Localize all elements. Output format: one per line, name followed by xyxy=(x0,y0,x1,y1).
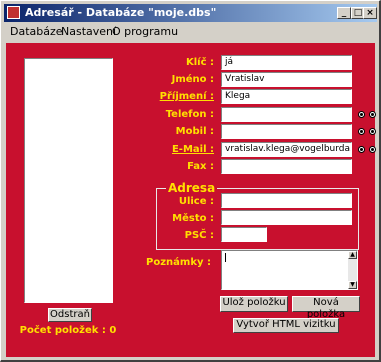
label-klic: Klíč : xyxy=(185,57,214,68)
label-mobil: Mobil : xyxy=(175,126,214,137)
notes-scrollbar[interactable]: ▲ ▼ xyxy=(348,251,357,289)
radio-mobil-2[interactable] xyxy=(369,128,376,135)
scroll-up-icon[interactable]: ▲ xyxy=(348,251,357,259)
new-item-button[interactable]: Nová položka xyxy=(292,296,360,320)
title-bar[interactable]: Adresář - Databáze "moje.dbs" _ □ × xyxy=(4,4,377,22)
delete-button[interactable]: Odstraň xyxy=(48,308,92,322)
label-prijmeni: Příjmení : xyxy=(134,91,214,102)
label-psc: PSČ : xyxy=(184,230,214,241)
label-telefon: Telefon : xyxy=(165,109,214,120)
window-title: Adresář - Databáze "moje.dbs" xyxy=(25,6,217,19)
label-jmeno: Jméno : xyxy=(171,74,214,85)
text-caret xyxy=(225,253,226,262)
item-count: Počet položek : 0 xyxy=(19,325,117,336)
field-mesto[interactable] xyxy=(221,210,352,225)
app-icon xyxy=(7,6,20,19)
field-jmeno[interactable]: Vratislav xyxy=(221,72,352,87)
field-prijmeni[interactable]: Klega xyxy=(221,89,352,104)
menu-nastaveni[interactable]: Nastavení xyxy=(61,25,116,38)
field-psc[interactable] xyxy=(221,227,267,242)
contacts-list[interactable] xyxy=(24,58,113,303)
label-fax: Fax : xyxy=(187,161,214,172)
create-html-card-button[interactable]: Vytvoř HTML vizitku xyxy=(233,318,339,333)
label-email-text: E-Mail : xyxy=(171,144,214,155)
radio-telefon-2[interactable] xyxy=(369,111,376,118)
save-item-button[interactable]: Ulož položku xyxy=(220,296,288,312)
radio-email-1[interactable] xyxy=(358,146,365,153)
scroll-down-icon[interactable]: ▼ xyxy=(348,281,357,289)
radio-telefon-1[interactable] xyxy=(358,111,365,118)
address-legend: Adresa xyxy=(166,181,218,195)
field-ulice[interactable] xyxy=(221,193,352,208)
minimize-button[interactable]: _ xyxy=(337,7,351,19)
radio-email-2[interactable] xyxy=(369,146,376,153)
label-prijmeni-text: Příjmení : xyxy=(159,91,214,102)
main-window: Adresář - Databáze "moje.dbs" _ □ × Data… xyxy=(0,0,381,362)
radio-mobil-1[interactable] xyxy=(358,128,365,135)
field-fax[interactable] xyxy=(221,159,352,174)
menu-o-programu[interactable]: O programu xyxy=(112,25,178,38)
content-panel: Odstraň Počet položek : 0 Klíč : já Jmén… xyxy=(6,43,376,357)
field-telefon[interactable] xyxy=(221,107,352,122)
label-email: E-Mail : xyxy=(134,144,214,155)
menu-databaze[interactable]: Databáze xyxy=(10,25,63,38)
close-button[interactable]: × xyxy=(363,7,377,19)
field-email[interactable]: vratislav.klega@vogelburda.cz xyxy=(221,142,352,157)
field-mobil[interactable] xyxy=(221,124,352,139)
label-poznamky: Poznámky : xyxy=(146,257,211,268)
field-klic[interactable]: já xyxy=(221,55,352,70)
notes-textarea[interactable]: ▲ ▼ xyxy=(221,250,358,290)
label-ulice: Ulice : xyxy=(178,196,214,207)
menu-bar: Databáze Nastavení O programu xyxy=(4,23,377,41)
label-mesto: Město : xyxy=(172,213,214,224)
